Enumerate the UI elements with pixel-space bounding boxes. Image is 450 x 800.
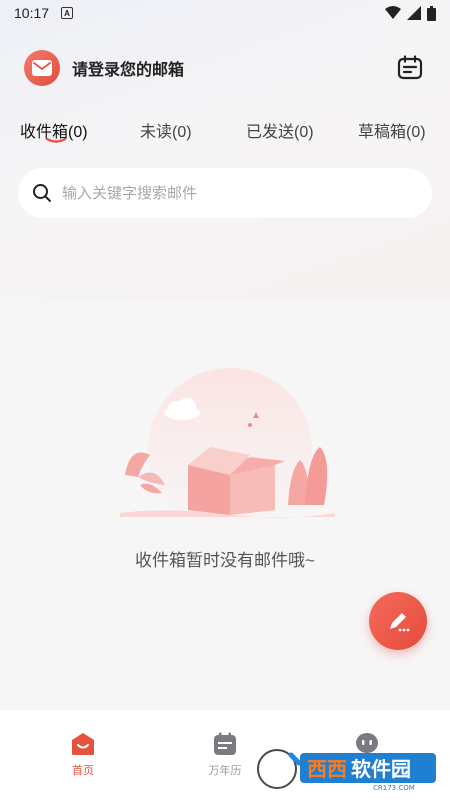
mail-icon[interactable] — [24, 50, 60, 86]
empty-state-message: 收件箱暂时没有邮件哦~ — [135, 551, 315, 570]
app-header: 请登录您的邮箱 — [0, 46, 450, 90]
nav-calendar[interactable]: 万年历 — [195, 732, 255, 778]
compose-button[interactable] — [369, 592, 427, 650]
status-bar: 10:17 A — [0, 0, 450, 26]
tab-drafts[interactable]: 草稿箱(0) — [358, 118, 426, 142]
status-a-indicator: A — [61, 7, 74, 19]
header-background — [0, 0, 450, 300]
compose-pencil-icon — [390, 613, 410, 632]
wifi-icon — [385, 6, 401, 19]
calendar-icon — [214, 732, 236, 755]
search-input[interactable] — [62, 184, 392, 202]
home-icon — [72, 733, 94, 755]
calendar-button[interactable] — [394, 52, 426, 84]
nav-home-label: 首页 — [72, 765, 94, 777]
calendar-icon — [397, 55, 423, 80]
site-watermark-logo: 西西 软件园 CR173.COM — [255, 747, 436, 792]
login-prompt-title[interactable]: 请登录您的邮箱 — [72, 56, 184, 80]
status-icons — [385, 5, 436, 21]
svg-text:软件园: 软件园 — [351, 757, 411, 781]
search-bar[interactable] — [18, 168, 432, 218]
search-icon — [33, 184, 51, 202]
tab-sent[interactable]: 已发送(0) — [246, 118, 314, 142]
tab-unread[interactable]: 未读(0) — [140, 118, 192, 142]
status-time: 10:17 — [14, 5, 50, 21]
signal-icon — [407, 6, 421, 20]
battery-icon — [427, 5, 436, 21]
nav-home[interactable]: 首页 — [53, 732, 113, 778]
svg-text:CR173.COM: CR173.COM — [373, 784, 415, 792]
empty-box-illustration — [120, 368, 335, 525]
svg-text:西西: 西西 — [307, 757, 347, 781]
active-tab-indicator — [46, 137, 66, 143]
nav-calendar-label: 万年历 — [208, 765, 242, 777]
mail-tabs: 收件箱(0) 未读(0) 已发送(0) 草稿箱(0) — [0, 110, 450, 150]
